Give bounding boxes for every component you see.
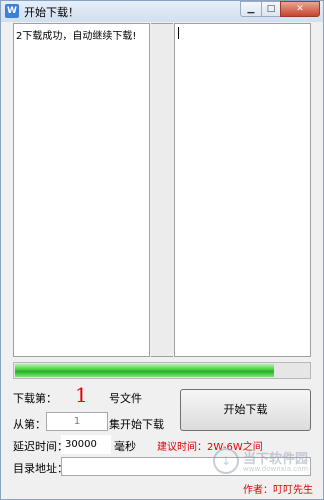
close-button[interactable]: ✕ — [280, 1, 320, 17]
from-label: 从第： — [13, 418, 46, 431]
current-file-number: 1 — [75, 383, 88, 407]
author-label: 作者：叮叮先生 — [243, 485, 313, 496]
from-suffix-label: 集开始下载 — [109, 418, 164, 431]
delay-unit-label: 毫秒 — [114, 440, 136, 453]
divider-scroll-column — [151, 23, 173, 357]
directory-label: 目录地址： — [13, 462, 68, 475]
delay-label: 延迟时间： — [13, 440, 68, 453]
download-label: 下载第： — [13, 392, 57, 405]
delay-input[interactable] — [61, 435, 111, 454]
title-bar[interactable]: W 开始下载！ ▁ □ ✕ — [1, 1, 323, 22]
file-suffix-label: 号文件 — [109, 392, 142, 405]
log-output-right[interactable] — [174, 23, 311, 357]
from-episode-input[interactable] — [46, 412, 108, 431]
watermark-url: www.downxia.com — [243, 465, 309, 473]
window-title: 开始下载！ — [24, 6, 79, 19]
watermark: ↓ 当下软件园 www.downxia.com — [213, 446, 313, 476]
maximize-button[interactable]: □ — [261, 1, 281, 17]
minimize-button[interactable]: ▁ — [240, 1, 262, 17]
log-message: 2下载成功，自动继续下载! — [16, 31, 137, 42]
log-output-left[interactable]: 2下载成功，自动继续下载! — [13, 23, 150, 357]
start-download-button[interactable]: 开始下载 — [180, 389, 311, 431]
progress-fill — [15, 364, 274, 377]
download-progress-bar — [13, 362, 311, 379]
app-window: W 开始下载！ ▁ □ ✕ 2下载成功，自动继续下载! 下载第： 1 号文件 从… — [0, 0, 324, 500]
text-caret — [178, 27, 179, 39]
download-arrow-icon: ↓ — [213, 448, 239, 474]
app-logo-icon: W — [5, 4, 19, 18]
